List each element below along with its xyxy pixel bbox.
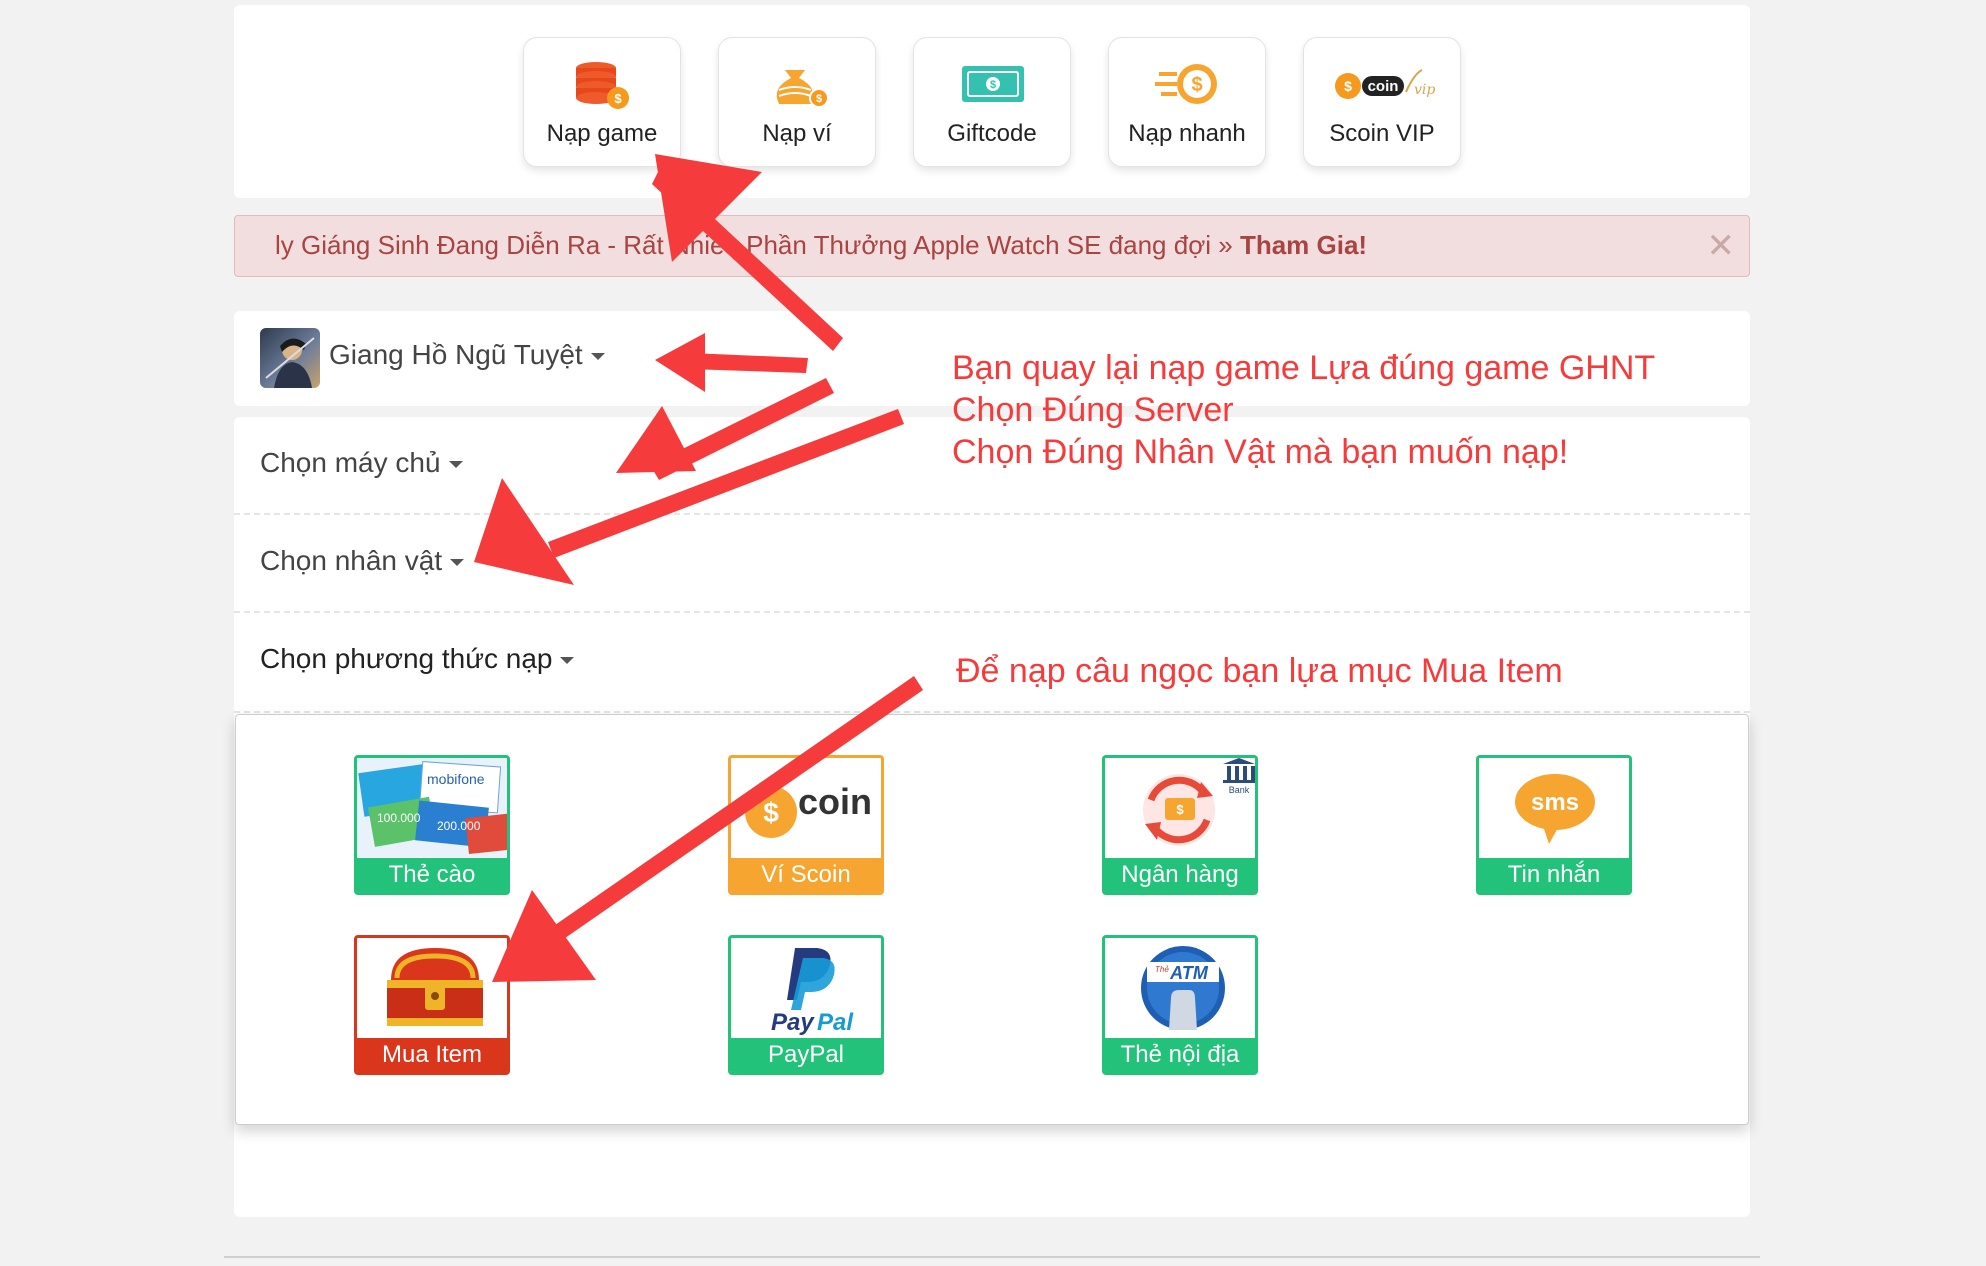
caret-down-icon [450,559,465,567]
nav-scoin-vip[interactable]: $ coin vip Scoin VIP [1303,37,1461,167]
scoin-icon: $ coin [731,758,881,858]
method-ngan-hang[interactable]: $ Bank Ngân hàng [1102,755,1258,895]
game-thumbnail [260,328,320,388]
svg-text:coin: coin [1368,78,1399,95]
method-tin-nhan[interactable]: sms Tin nhắn [1476,755,1632,895]
scoin-vip-logo: $ coin vip [1304,60,1460,110]
nav-label: Nạp nhanh [1128,120,1246,147]
paypal-icon: Pay Pal [731,938,881,1038]
fast-coin-icon: $ [1109,60,1265,110]
server-select-dropdown[interactable]: Chọn máy chủ [260,447,463,479]
character-row: Chọn nhân vật [234,515,1750,613]
method-vi-scoin[interactable]: $ coin Ví Scoin [728,755,884,895]
svg-text:mobifone: mobifone [427,771,485,787]
svg-text:sms: sms [1531,789,1579,816]
nav-nap-vi[interactable]: $ Nạp ví [718,37,876,167]
svg-text:$: $ [614,91,622,106]
payment-methods-dropdown: mobifone 100.000 200.000 Thẻ cào $ coin … [235,714,1749,1125]
event-notice-banner: ly Giáng Sinh Đang Diễn Ra - Rất Nhiều P… [234,215,1750,277]
svg-text:vip: vip [1414,82,1435,98]
svg-text:200.000: 200.000 [437,819,481,833]
top-nav-panel: $ Nạp game $ Nạp ví $ Giftcode $ Nạp nha… [234,5,1750,198]
caret-down-icon [560,657,575,665]
svg-text:$: $ [990,79,996,91]
nav-label: Nạp game [546,120,658,147]
method-row: Chọn phương thức nạp [234,613,1750,713]
game-select-dropdown[interactable]: Giang Hồ Ngũ Tuyệt [329,339,605,371]
nav-label: Scoin VIP [1329,120,1435,147]
notice-text: ly Giáng Sinh Đang Diễn Ra - Rất Nhiều P… [275,230,1368,260]
svg-text:$: $ [1176,802,1184,817]
atm-card-icon: ATM Thẻ [1105,938,1255,1038]
character-select-dropdown[interactable]: Chọn nhân vật [260,545,465,577]
svg-text:Pal: Pal [817,1009,854,1036]
server-row: Chọn máy chủ [234,417,1750,515]
svg-text:Thẻ: Thẻ [1155,965,1169,974]
nav-giftcode[interactable]: $ Giftcode [913,37,1071,167]
method-the-cao[interactable]: mobifone 100.000 200.000 Thẻ cào [354,755,510,895]
caret-down-icon [590,353,605,361]
method-select-dropdown[interactable]: Chọn phương thức nạp [260,643,575,675]
notice-join-link[interactable]: Tham Gia! [1240,230,1367,260]
svg-text:ATM: ATM [1169,963,1209,983]
svg-text:$: $ [1191,74,1202,96]
coin-stack-icon: $ [524,60,680,110]
game-selector-panel: Giang Hồ Ngũ Tuyệt [234,311,1750,406]
scratch-card-icon: mobifone 100.000 200.000 [357,758,507,858]
nav-nap-game[interactable]: $ Nạp game [523,37,681,167]
svg-text:$: $ [1344,78,1352,94]
svg-text:$: $ [763,797,779,828]
nav-label: Nạp ví [762,120,832,147]
money-bag-icon: $ [719,60,875,110]
svg-text:Pay: Pay [771,1009,815,1036]
svg-text:$: $ [816,93,822,105]
bank-transfer-icon: $ Bank [1105,758,1255,858]
caret-down-icon [448,461,463,469]
nav-nap-nhanh[interactable]: $ Nạp nhanh [1108,37,1266,167]
svg-text:100.000: 100.000 [377,811,421,825]
sms-icon: sms [1479,758,1629,858]
svg-text:Bank: Bank [1229,785,1250,795]
svg-text:coin: coin [798,781,872,822]
close-icon[interactable]: ✕ [1707,226,1736,266]
method-paypal[interactable]: Pay Pal PayPal [728,935,884,1075]
footer-divider [224,1256,1760,1258]
method-the-noi-dia[interactable]: ATM Thẻ Thẻ nội địa [1102,935,1258,1075]
method-mua-item[interactable]: Mua Item [354,935,510,1075]
treasure-chest-icon [357,938,507,1038]
nav-label: Giftcode [947,120,1037,147]
ticket-icon: $ [914,60,1070,110]
